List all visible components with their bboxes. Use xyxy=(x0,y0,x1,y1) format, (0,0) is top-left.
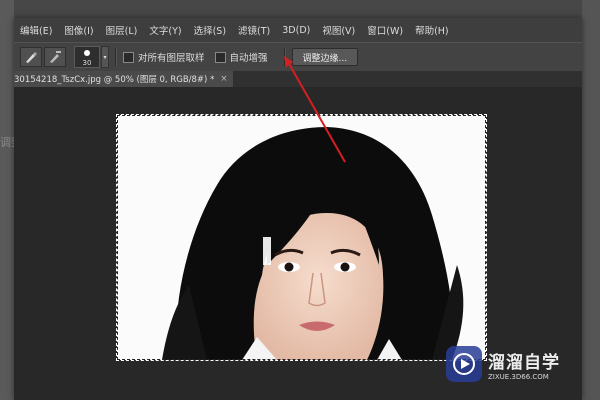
image-canvas[interactable] xyxy=(116,114,487,361)
menu-layer[interactable]: 图层(L) xyxy=(100,23,144,37)
watermark-title: 溜溜自学 xyxy=(488,352,560,373)
menu-window[interactable]: 窗口(W) xyxy=(361,23,409,37)
watermark-subtitle: ZIXUE.3D66.COM xyxy=(488,372,549,381)
menu-edit[interactable]: 编辑(E) xyxy=(14,23,58,37)
watermark: 溜溜自学 ZIXUE.3D66.COM xyxy=(446,335,566,393)
brush-size-picker[interactable]: 30 xyxy=(74,46,100,68)
right-panel-edge xyxy=(582,0,600,400)
menu-type[interactable]: 文字(Y) xyxy=(143,23,187,37)
menu-filter[interactable]: 滤镜(T) xyxy=(232,23,276,37)
document-tab[interactable]: 30154218_TszCx.jpg @ 50% (图层 0, RGB/8#) … xyxy=(14,71,234,87)
close-icon[interactable]: × xyxy=(220,74,227,84)
document-tab-bar: 30154218_TszCx.jpg @ 50% (图层 0, RGB/8#) … xyxy=(14,71,582,87)
portrait-image xyxy=(117,115,486,360)
menu-3d[interactable]: 3D(D) xyxy=(276,25,316,36)
auto-enhance-checkbox[interactable] xyxy=(214,51,226,63)
document-tab-title: 30154218_TszCx.jpg @ 50% (图层 0, RGB/8#) … xyxy=(14,75,215,85)
subtract-selection-brush-icon[interactable] xyxy=(44,47,66,67)
sample-all-layers-label: 对所有图层取样 xyxy=(138,53,205,64)
menu-view[interactable]: 视图(V) xyxy=(316,23,361,37)
menu-image[interactable]: 图像(I) xyxy=(58,23,99,37)
left-panel-edge xyxy=(0,0,14,400)
menu-bar: 编辑(E) 图像(I) 图层(L) 文字(Y) 选择(S) 滤镜(T) 3D(D… xyxy=(14,18,582,42)
separator xyxy=(115,48,117,66)
sample-all-layers-checkbox[interactable] xyxy=(123,51,134,63)
menu-help[interactable]: 帮助(H) xyxy=(409,23,455,37)
refine-edge-button[interactable]: 调整边缘... xyxy=(291,48,359,66)
auto-enhance-label: 自动增强 xyxy=(229,53,268,64)
separator xyxy=(283,48,286,66)
menu-select[interactable]: 选择(S) xyxy=(188,23,232,37)
add-to-selection-brush-icon[interactable] xyxy=(20,47,42,67)
brush-size-value: 30 xyxy=(82,59,92,67)
play-logo-icon xyxy=(446,346,482,382)
options-bar: 30 ▾ 对所有图层取样 自动增强 调整边缘... xyxy=(14,42,582,72)
brush-preview-icon xyxy=(84,50,90,56)
chevron-down-icon[interactable]: ▾ xyxy=(101,46,109,68)
auto-enhance-option[interactable]: 自动增强 xyxy=(214,50,268,64)
sample-all-layers-option[interactable]: 对所有图层取样 xyxy=(123,50,205,64)
